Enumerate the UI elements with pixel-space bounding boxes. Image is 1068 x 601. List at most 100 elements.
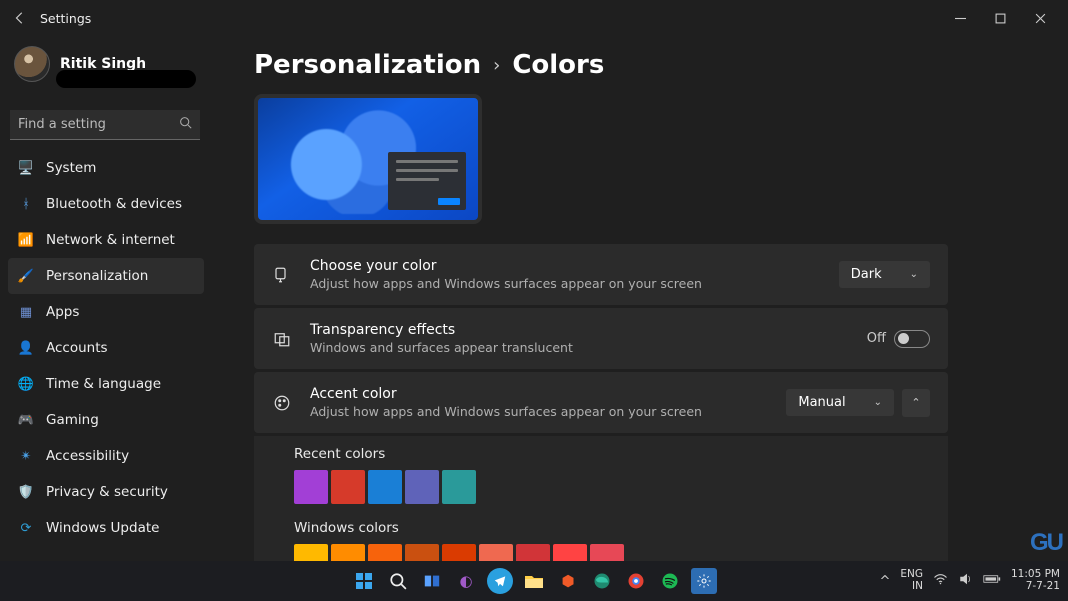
breadcrumb-current: Colors [512,50,604,80]
tray-language[interactable]: ENGIN [900,569,923,592]
tray-volume-icon[interactable] [958,572,973,590]
tray-battery-icon[interactable] [983,573,1001,589]
palette-icon [272,393,292,413]
start-button[interactable] [351,568,377,594]
color-swatch[interactable] [368,470,402,504]
recent-colors-row [294,470,908,504]
sidebar-item-personalization[interactable]: 🖌️Personalization [8,258,204,294]
choose-color-title: Choose your color [310,258,702,274]
color-swatch[interactable] [516,544,550,561]
maximize-button[interactable] [980,4,1020,32]
color-swatch[interactable] [553,544,587,561]
back-button[interactable] [8,6,32,30]
sidebar: Ritik Singh Find a setting 🖥️ System ᚼ Blue… [0,36,210,561]
taskbar-settings-icon[interactable] [691,568,717,594]
nav-label: Accessibility [46,448,129,464]
windows-colors-grid [294,544,634,561]
nav-label: Personalization [46,268,148,284]
transparency-title: Transparency effects [310,322,573,338]
search-input[interactable]: Find a setting [10,110,200,140]
taskbar-app-brave[interactable]: ⬢ [555,568,581,594]
transparency-icon [272,329,292,349]
accent-collapse-button[interactable]: ⌃ [902,389,930,417]
color-swatch[interactable] [479,544,513,561]
taskbar-app-edge[interactable] [589,568,615,594]
content-area: Personalization › Colors Choose your col… [210,36,1068,561]
choose-color-card[interactable]: Choose your color Adjust how apps and Wi… [254,244,948,305]
windows-colors-label: Windows colors [294,520,908,536]
nav-icon: ✴ [18,448,34,464]
taskbar-app-1[interactable]: ◐ [453,568,479,594]
accent-sub: Adjust how apps and Windows surfaces app… [310,404,702,419]
sidebar-item-gaming[interactable]: 🎮Gaming [8,402,204,438]
nav-icon: ▦ [18,304,34,320]
sidebar-item-time-language[interactable]: 🌐 Time & language [8,366,204,402]
chevron-down-icon: ⌄ [910,269,918,280]
nav-icon: 📶 [18,232,34,248]
sidebar-item-bluetooth-devices[interactable]: ᚼ Bluetooth & devices [8,186,204,222]
taskbar: ◐ ⬢ ^ ENGIN [0,561,1068,601]
transparency-sub: Windows and surfaces appear translucent [310,340,573,355]
color-swatch[interactable] [294,544,328,561]
sidebar-item-windows-update[interactable]: ⟳Windows Update [8,510,204,546]
nav-label: Bluetooth & devices [46,196,182,212]
tray-wifi-icon[interactable] [933,573,948,589]
accent-color-card[interactable]: Accent color Adjust how apps and Windows… [254,372,948,433]
color-swatch[interactable] [294,470,328,504]
recent-colors-label: Recent colors [294,446,908,462]
chevron-down-icon: ⌄ [874,397,882,408]
nav-icon: 🌐 [18,376,34,392]
choose-color-dropdown[interactable]: Dark ⌄ [839,261,930,288]
sidebar-item-accounts[interactable]: 👤Accounts [8,330,204,366]
nav-icon: ⟳ [18,520,34,536]
taskview-icon[interactable] [419,568,445,594]
nav-label: Time & language [46,376,161,392]
sidebar-item-network-internet[interactable]: 📶 Network & internet [8,222,204,258]
sidebar-item-apps[interactable]: ▦Apps [8,294,204,330]
color-swatch[interactable] [405,544,439,561]
transparency-toggle[interactable] [894,330,930,348]
sidebar-item-accessibility[interactable]: ✴ Accessibility [8,438,204,474]
taskbar-explorer-icon[interactable] [521,568,547,594]
choose-color-sub: Adjust how apps and Windows surfaces app… [310,276,702,291]
profile-block[interactable]: Ritik Singh [8,40,204,92]
color-swatch[interactable] [405,470,439,504]
nav-icon: 🖥️ [18,160,34,176]
close-button[interactable] [1020,4,1060,32]
watermark: GU [1030,529,1062,557]
tray-clock[interactable]: 11:05 PM7-7-21 [1011,569,1060,592]
taskbar-app-telegram[interactable] [487,568,513,594]
breadcrumb: Personalization › Colors [254,50,1028,80]
nav-icon: 👤 [18,340,34,356]
color-swatch[interactable] [442,470,476,504]
sidebar-item-system[interactable]: 🖥️ System [8,150,204,186]
transparency-card[interactable]: Transparency effects Windows and surface… [254,308,948,369]
minimize-button[interactable] [940,4,980,32]
window-title: Settings [40,11,91,26]
sidebar-nav: 🖥️ System ᚼ Bluetooth & devices 📶 Network & i… [8,150,204,546]
sidebar-item-privacy-security[interactable]: 🛡️Privacy & security [8,474,204,510]
color-swatch[interactable] [368,544,402,561]
color-swatch[interactable] [331,544,365,561]
breadcrumb-parent[interactable]: Personalization [254,50,481,80]
tray-chevron-icon[interactable]: ^ [879,574,890,589]
profile-email-redacted [56,70,196,88]
brush-icon [272,265,292,285]
avatar [14,46,50,82]
color-swatch[interactable] [442,544,476,561]
taskbar-app-chrome[interactable] [623,568,649,594]
color-swatch[interactable] [590,544,624,561]
taskbar-app-spotify[interactable] [657,568,683,594]
nav-label: Gaming [46,412,99,428]
nav-label: Network & internet [46,232,175,248]
accent-panel: Recent colors Windows colors [254,436,948,561]
taskbar-search-icon[interactable] [385,568,411,594]
nav-icon: ᚼ [18,196,34,212]
accent-mode-dropdown[interactable]: Manual ⌄ [786,389,894,416]
chevron-right-icon: › [493,55,500,76]
nav-label: Privacy & security [46,484,168,500]
title-bar: Settings [0,0,1068,36]
nav-label: System [46,160,96,176]
color-swatch[interactable] [331,470,365,504]
theme-preview [254,94,482,224]
